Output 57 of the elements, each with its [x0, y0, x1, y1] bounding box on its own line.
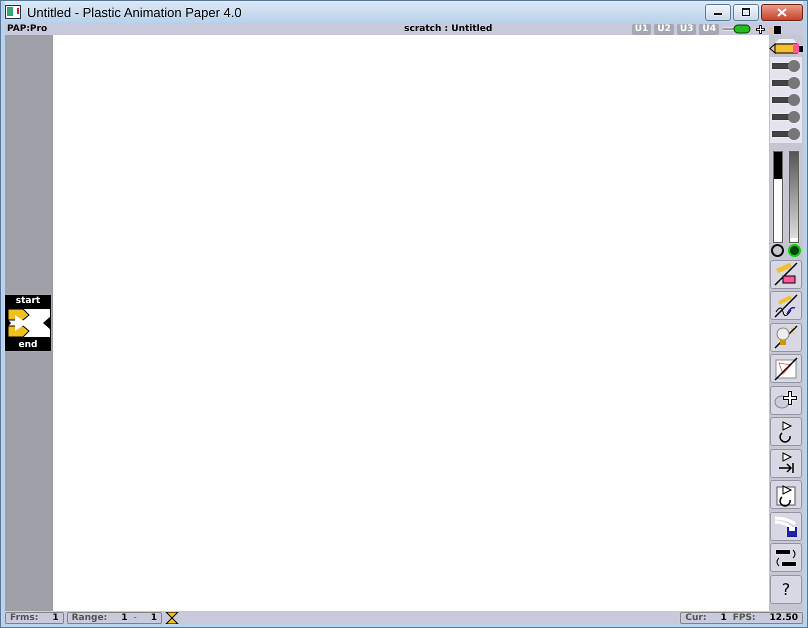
layer-icon[interactable]: [770, 59, 802, 73]
end-label: end: [18, 340, 38, 350]
frames-value: 1: [52, 612, 59, 622]
window-title: Untitled - Plastic Animation Paper 4.0: [27, 4, 242, 20]
maximize-button[interactable]: [733, 4, 759, 20]
scene-label: scratch : Untitled: [404, 24, 492, 34]
range-label: Range:: [72, 612, 108, 622]
close-icon: [777, 8, 787, 16]
pencil-lasso-button[interactable]: [770, 291, 802, 320]
frames-label: Frms:: [10, 612, 38, 622]
paper-frame-button[interactable]: [770, 354, 802, 383]
screwdriver-icon[interactable]: [722, 24, 752, 34]
frame-marker-icon: [5, 306, 51, 340]
save-icon: [773, 514, 799, 538]
layer-icon[interactable]: [770, 76, 802, 90]
help-button[interactable]: ?: [770, 574, 802, 604]
vertical-slider[interactable]: [773, 151, 783, 243]
user-button[interactable]: U4: [699, 24, 719, 34]
play-loop-button[interactable]: [770, 417, 802, 446]
range-separator: -: [133, 612, 137, 622]
pencil-squiggle-icon: [773, 294, 799, 318]
pencil-eraser-button[interactable]: [770, 260, 802, 288]
app-icon: [5, 5, 21, 19]
user-button[interactable]: U2: [654, 24, 674, 34]
start-label: start: [16, 296, 40, 306]
user-button[interactable]: U1: [632, 24, 652, 34]
layer-icon[interactable]: [770, 93, 802, 107]
range-to-value: 1: [150, 612, 157, 622]
lightbulb-icon: [773, 325, 799, 349]
play-loop-box-button[interactable]: [770, 480, 802, 509]
pencil-eraser-icon: [773, 262, 799, 286]
current-label: Cur:: [685, 612, 706, 622]
radio-button[interactable]: [771, 244, 784, 257]
layer-icon[interactable]: [770, 127, 802, 141]
fps-value: 12.50: [770, 612, 798, 622]
user-button[interactable]: U3: [676, 24, 696, 34]
mode-label: PAP:Pro: [7, 24, 48, 34]
save-strokes-button[interactable]: [770, 512, 802, 540]
play-to-end-button[interactable]: [770, 448, 802, 478]
vertical-slider[interactable]: [789, 151, 799, 243]
minimize-button[interactable]: [705, 4, 731, 20]
close-button[interactable]: [761, 4, 803, 20]
pencil-icon[interactable]: [769, 37, 803, 57]
fps-label: FPS:: [732, 612, 756, 622]
plus-icon[interactable]: [755, 24, 766, 34]
radio-button[interactable]: [788, 244, 801, 257]
paper-icon: [773, 356, 799, 380]
color-swatch-icon[interactable]: [769, 24, 781, 34]
add-onion-skin-button[interactable]: [770, 386, 802, 414]
range-from-value: 1: [121, 612, 128, 622]
layer-icon[interactable]: [770, 110, 802, 124]
current-value: 1: [720, 612, 727, 622]
layer-stack[interactable]: [770, 57, 802, 143]
swap-button[interactable]: [770, 543, 802, 572]
lightbulb-button[interactable]: [770, 322, 802, 352]
maximize-icon: [741, 8, 751, 16]
frame-range-marker[interactable]: start end: [5, 295, 51, 351]
